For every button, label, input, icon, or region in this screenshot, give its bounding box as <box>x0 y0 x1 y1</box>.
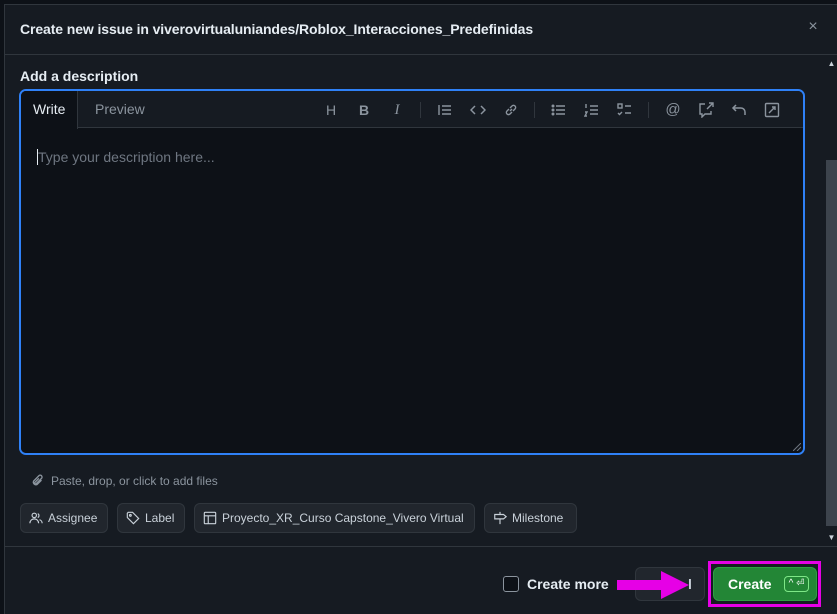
scroll-down-icon[interactable]: ▼ <box>826 532 837 544</box>
project-button[interactable]: Proyecto_XR_Curso Capstone_Vivero Virtua… <box>194 503 475 533</box>
milestone-icon <box>494 511 507 525</box>
create-more-label: Create more <box>527 576 609 592</box>
description-label: Add a description <box>20 68 139 84</box>
undo-icon[interactable] <box>729 100 749 120</box>
assignee-button[interactable]: Assignee <box>20 503 108 533</box>
create-button[interactable]: Create ^ ⏎ <box>713 567 817 601</box>
quote-icon[interactable] <box>435 100 455 120</box>
create-shortcut-hint: ^ ⏎ <box>783 576 810 592</box>
description-editor: Write Preview H B I @ Type your descript… <box>19 89 805 455</box>
bold-icon[interactable]: B <box>354 100 374 120</box>
create-more-toggle[interactable]: Create more <box>503 576 609 592</box>
milestone-button[interactable]: Milestone <box>484 503 577 533</box>
tab-preview[interactable]: Preview <box>83 91 157 128</box>
paperclip-icon <box>32 474 43 486</box>
description-textarea[interactable]: Type your description here... <box>21 129 803 453</box>
create-more-checkbox[interactable] <box>503 576 519 592</box>
task-list-icon[interactable] <box>615 100 635 120</box>
close-icon[interactable]: × <box>804 17 822 37</box>
dialog-header: Create new issue in viverovirtualuniande… <box>5 5 837 55</box>
assignee-label: Assignee <box>48 511 98 525</box>
dialog-body: Add a description Write Preview H B I @ … <box>5 56 823 546</box>
code-icon[interactable] <box>468 100 488 120</box>
tag-icon <box>126 511 140 525</box>
attach-files-text: Paste, drop, or click to add files <box>51 474 218 488</box>
ordered-list-icon[interactable] <box>582 100 602 120</box>
scroll-up-icon[interactable]: ▲ <box>826 58 837 70</box>
resize-handle-icon[interactable] <box>793 443 801 451</box>
dialog-title: Create new issue in viverovirtualuniande… <box>20 21 534 37</box>
link-icon[interactable] <box>501 100 521 120</box>
tab-write[interactable]: Write <box>21 91 79 129</box>
mention-icon[interactable]: @ <box>663 100 683 120</box>
scrollbar-thumb[interactable] <box>826 160 837 526</box>
project-label: Proyecto_XR_Curso Capstone_Vivero Virtua… <box>222 511 464 525</box>
label-label: Label <box>145 511 175 525</box>
dialog-footer: Create more l Create ^ ⏎ <box>5 546 837 614</box>
italic-icon[interactable]: I <box>387 100 407 120</box>
toolbar-divider <box>534 102 535 118</box>
reference-icon[interactable] <box>696 100 716 120</box>
label-button[interactable]: Label <box>117 503 185 533</box>
editor-tabbar: Write Preview H B I @ <box>21 91 803 129</box>
milestone-label: Milestone <box>512 511 564 525</box>
attach-files-hint[interactable]: Paste, drop, or click to add files <box>31 474 218 488</box>
unordered-list-icon[interactable] <box>549 100 569 120</box>
dialog-scrollbar[interactable]: ▲ ▼ <box>823 56 837 546</box>
table-icon <box>203 511 217 525</box>
create-label: Create <box>728 576 772 592</box>
fullscreen-icon[interactable] <box>762 100 782 120</box>
toolbar-divider <box>420 102 421 118</box>
annotation-arrow-icon <box>617 571 689 599</box>
heading-icon[interactable]: H <box>321 100 341 120</box>
create-issue-dialog: Create new issue in viverovirtualuniande… <box>4 4 837 614</box>
description-placeholder: Type your description here... <box>38 149 215 165</box>
people-icon <box>29 512 43 524</box>
toolbar-divider <box>648 102 649 118</box>
